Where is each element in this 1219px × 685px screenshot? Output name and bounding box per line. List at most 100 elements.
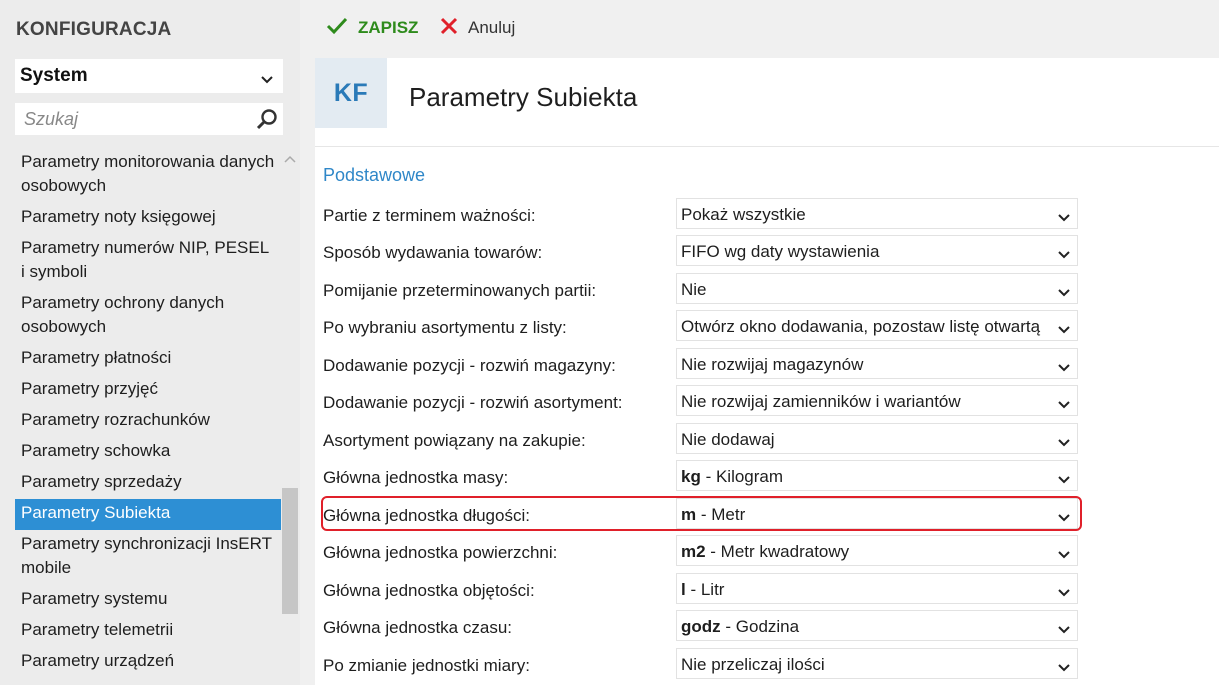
sidebar-item-label: Parametry numerów NIP, PESEL i symboli <box>21 238 269 281</box>
dropdown-value: FIFO wg daty wystawienia <box>681 242 1049 262</box>
chevron-up-icon[interactable] <box>284 150 296 168</box>
dropdown-value-text: - Litr <box>685 580 725 599</box>
parameter-label: Główna jednostka masy: <box>323 468 509 487</box>
search-box <box>15 103 283 135</box>
parameter-label: Dodawanie pozycji - rozwiń magazyny: <box>323 356 616 375</box>
parameter-dropdown[interactable]: Nie <box>676 273 1078 304</box>
chevron-down-icon <box>1058 509 1070 527</box>
dropdown-value: m - Metr <box>681 505 1049 525</box>
dropdown-value-text: - Godzina <box>720 617 800 636</box>
sidebar-scrollbar-thumb[interactable] <box>282 488 298 614</box>
parameter-dropdown[interactable]: kg - Kilogram <box>676 460 1078 491</box>
parameter-dropdown[interactable]: Nie przeliczaj ilości <box>676 648 1078 679</box>
parameter-label: Partie z terminem ważności: <box>323 206 536 225</box>
parameter-dropdown[interactable]: m2 - Metr kwadratowy <box>676 535 1078 566</box>
parameter-dropdown[interactable]: FIFO wg daty wystawienia <box>676 235 1078 266</box>
section-title: Podstawowe <box>323 165 426 185</box>
module-select[interactable]: System <box>15 59 283 93</box>
unit-code: godz <box>681 617 721 636</box>
parameter-dropdown[interactable]: Nie dodawaj <box>676 423 1078 454</box>
unit-code: m2 <box>681 542 706 561</box>
sidebar-item[interactable]: Parametry monitorowania danych osobowych <box>15 148 281 203</box>
sidebar-item[interactable]: Parametry płatności <box>15 344 281 375</box>
parameter-dropdown[interactable]: Pokaż wszystkie <box>676 198 1078 229</box>
parameter-dropdown[interactable]: Nie rozwijaj magazynów <box>676 348 1078 379</box>
sidebar-item[interactable]: Parametry schowka <box>15 437 281 468</box>
sidebar-item-label: Parametry synchronizacji InsERT mobile <box>21 534 272 577</box>
save-label: ZAPISZ <box>358 18 419 37</box>
parameter-row: Główna jednostka objętości: l - Litr <box>315 573 1095 609</box>
header-divider <box>315 146 1219 147</box>
parameter-label: Główna jednostka czasu: <box>323 618 512 637</box>
chevron-down-icon <box>1058 659 1070 677</box>
chevron-down-icon <box>1058 434 1070 452</box>
sidebar-item-label: Parametry ochrony danych osobowych <box>21 293 225 336</box>
sidebar-item-label: Parametry noty księgowej <box>21 207 216 226</box>
dropdown-value-text: Nie rozwijaj zamienników i wariantów <box>681 392 961 411</box>
dropdown-value: Nie dodawaj <box>681 430 1049 450</box>
parameter-label: Główna jednostka objętości: <box>323 581 535 600</box>
dropdown-value-text: Nie dodawaj <box>681 430 775 449</box>
sidebar-item[interactable]: Parametry numerów NIP, PESEL i symboli <box>15 234 281 289</box>
search-icon[interactable] <box>256 108 278 135</box>
dropdown-value: godz - Godzina <box>681 617 1049 637</box>
sidebar-item[interactable]: Parametry przyjęć <box>15 375 281 406</box>
dropdown-value-text: Nie <box>681 280 707 299</box>
sidebar-item[interactable]: Parametry rozrachunków <box>15 406 281 437</box>
dropdown-value-text: Otwórz okno dodawania, pozostaw listę ot… <box>681 317 1041 336</box>
sidebar-item[interactable]: Parametry noty księgowej <box>15 203 281 234</box>
dropdown-value: m2 - Metr kwadratowy <box>681 542 1049 562</box>
parameter-dropdown[interactable]: Nie rozwijaj zamienników i wariantów <box>676 385 1078 416</box>
dropdown-value: Pokaż wszystkie <box>681 205 1049 225</box>
parameter-row: Asortyment powiązany na zakupie: Nie doda… <box>315 423 1095 459</box>
search-input[interactable] <box>15 103 254 135</box>
chevron-down-icon <box>1058 471 1070 489</box>
dropdown-value: Nie <box>681 280 1049 300</box>
sidebar-item[interactable]: Parametry ochrony danych osobowych <box>15 289 281 344</box>
dropdown-value-text: Pokaż wszystkie <box>681 205 806 224</box>
cancel-button[interactable]: Anuluj <box>440 12 515 44</box>
parameter-label: Po zmianie jednostki miary: <box>323 656 530 675</box>
dropdown-value-text: - Kilogram <box>700 467 784 486</box>
dropdown-value: l - Litr <box>681 580 1049 600</box>
parameter-dropdown[interactable]: m - Metr <box>676 498 1078 529</box>
close-icon <box>440 17 458 40</box>
main-panel: KF Parametry Subiekta Podstawowe Partie … <box>315 58 1219 685</box>
dropdown-value: Nie rozwijaj zamienników i wariantów <box>681 392 1049 412</box>
chevron-down-icon <box>1058 321 1070 339</box>
page-header: KF Parametry Subiekta <box>315 58 1219 128</box>
sidebar-item[interactable]: Parametry systemu <box>15 585 281 616</box>
dropdown-value-text: - Metr kwadratowy <box>705 542 850 561</box>
parameter-dropdown[interactable]: godz - Godzina <box>676 610 1078 641</box>
chevron-down-icon <box>1058 396 1070 414</box>
sidebar-item[interactable]: Parametry synchronizacji InsERT mobile <box>15 530 281 585</box>
module-select-value: System <box>20 65 88 86</box>
sidebar-item-label: Parametry sprzedaży <box>21 472 182 491</box>
sidebar-item[interactable]: Parametry urządzeń <box>15 647 281 678</box>
sidebar-item[interactable]: Parametry telemetrii <box>15 616 281 647</box>
dropdown-value: kg - Kilogram <box>681 467 1049 487</box>
sidebar-item[interactable]: Parametry Subiekta <box>15 499 281 530</box>
sidebar-item-label: Parametry systemu <box>21 589 168 608</box>
parameter-row: Pomijanie przeterminowanych partii: Nie <box>315 273 1095 309</box>
parameter-row: Główna jednostka czasu: godz - Godzina <box>315 610 1095 646</box>
sidebar-item[interactable]: Parametry sprzedaży <box>15 468 281 499</box>
chevron-down-icon <box>1058 621 1070 639</box>
parameter-row: Główna jednostka masy: kg - Kilogram <box>315 460 1095 496</box>
parameter-row: Partie z terminem ważności: Pokaż wszystk… <box>315 198 1095 234</box>
chevron-down-icon <box>261 71 273 89</box>
dropdown-value: Otwórz okno dodawania, pozostaw listę ot… <box>681 317 1049 337</box>
parameter-dropdown[interactable]: Otwórz okno dodawania, pozostaw listę ot… <box>676 310 1078 341</box>
chevron-down-icon <box>1058 209 1070 227</box>
dropdown-value-text: FIFO wg daty wystawienia <box>681 242 880 261</box>
parameter-label: Asortyment powiązany na zakupie: <box>323 431 586 450</box>
sidebar-item-label: Parametry rozrachunków <box>21 410 210 429</box>
chevron-down-icon <box>1058 359 1070 377</box>
save-button[interactable]: ZAPISZ <box>326 12 418 44</box>
sidebar-item-label: Parametry Subiekta <box>21 503 171 522</box>
parameter-dropdown[interactable]: l - Litr <box>676 573 1078 604</box>
parameter-row: Po wybraniu asortymentu z listy: Otwórz o… <box>315 310 1095 346</box>
sidebar-title: KONFIGURACJA <box>16 19 172 40</box>
parameter-row: Główna jednostka powierzchni: m2 - Metr k… <box>315 535 1095 571</box>
parameter-label: Dodawanie pozycji - rozwiń asortyment: <box>323 393 623 412</box>
